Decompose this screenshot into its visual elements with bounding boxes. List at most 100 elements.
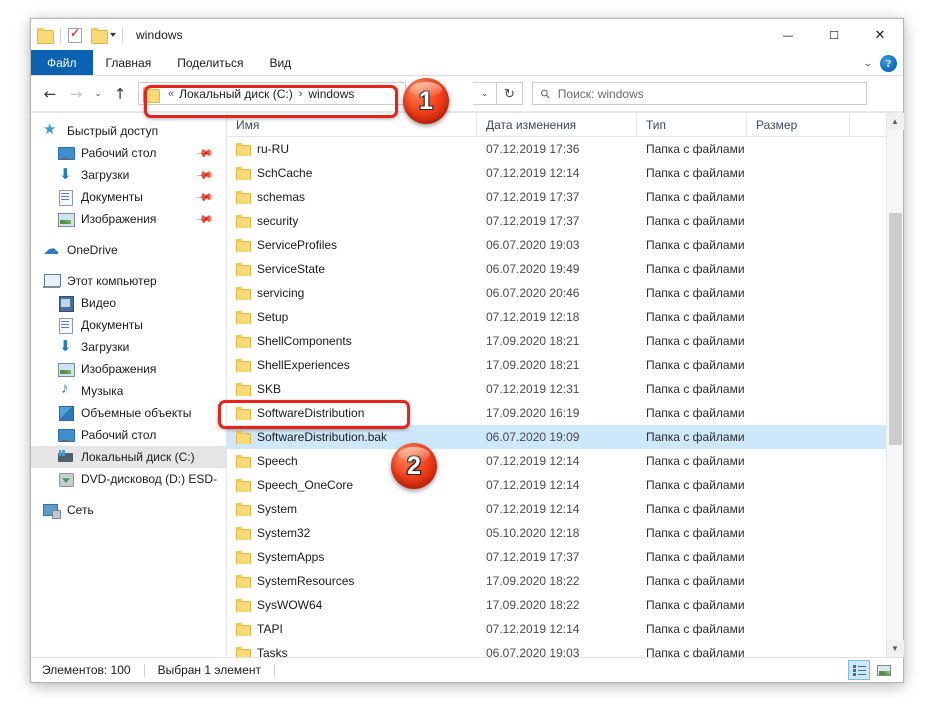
help-icon[interactable]: ? (880, 55, 897, 72)
table-row[interactable]: SKB 07.12.2019 12:31 Папка с файлами (227, 377, 903, 401)
column-header-date-modified[interactable]: Дата изменения (477, 112, 637, 137)
tab-view[interactable]: Вид (256, 50, 304, 75)
file-name-label: security (257, 214, 299, 228)
address-dropdown-button[interactable]: ⌄ (473, 82, 497, 105)
scroll-up-icon[interactable]: ▲ (886, 113, 904, 130)
cell-date-modified: 17.09.2020 18:22 (486, 574, 580, 588)
breadcrumb-overflow[interactable]: « (168, 88, 174, 100)
pin-icon[interactable]: 📌 (196, 188, 215, 206)
scrollbar-thumb[interactable] (889, 213, 902, 445)
file-name-label: schemas (257, 190, 306, 204)
table-row[interactable]: servicing 06.07.2020 20:46 Папка с файлами (227, 281, 903, 305)
table-row[interactable]: TAPI 07.12.2019 12:14 Папка с файлами (227, 617, 903, 641)
sidebar-item-downloads[interactable]: Загрузки 📌 (31, 164, 226, 186)
sidebar-item-network[interactable]: Сеть (31, 499, 226, 521)
scroll-down-icon[interactable]: ▼ (886, 640, 904, 657)
cell-type: Папка с файлами (646, 190, 745, 204)
tab-share[interactable]: Поделиться (164, 50, 256, 75)
table-row[interactable]: schemas 07.12.2019 17:37 Папка с файлами (227, 185, 903, 209)
sidebar-item-label: Рабочий стол (81, 146, 157, 160)
details-view-button[interactable] (848, 660, 870, 680)
sidebar-item-pictures[interactable]: Изображения 📌 (31, 208, 226, 230)
sidebar-item-label: Загрузки (81, 340, 130, 354)
forward-button[interactable]: → (63, 81, 89, 107)
cell-date-modified: 07.12.2019 12:14 (486, 454, 580, 468)
table-row[interactable]: Speech 07.12.2019 12:14 Папка с файлами (227, 449, 903, 473)
table-row[interactable]: Tasks 06.07.2020 19:03 Папка с файлами (227, 641, 903, 657)
sidebar-item-desktop-pc[interactable]: Рабочий стол (31, 424, 226, 446)
maximize-button[interactable]: ☐ (811, 19, 857, 51)
sidebar-item-label: OneDrive (67, 243, 118, 257)
new-folder-icon[interactable] (91, 28, 108, 44)
cell-name: servicing (227, 286, 477, 300)
sidebar-item-documents-pc[interactable]: Документы (31, 314, 226, 336)
tab-home[interactable]: Главная (93, 50, 165, 75)
folder-icon (236, 430, 251, 444)
chevron-down-icon[interactable]: ⌄ (863, 58, 874, 69)
sidebar-item-label: Локальный диск (C:) (81, 450, 195, 464)
properties-checkmark-icon[interactable] (68, 26, 82, 43)
sidebar-item-label: DVD-дисковод (D:) ESD- (81, 472, 218, 486)
table-row[interactable]: Speech_OneCore 07.12.2019 12:14 Папка с фа… (227, 473, 903, 497)
table-row[interactable]: SystemApps 07.12.2019 17:37 Папка с файлам… (227, 545, 903, 569)
file-name-label: Speech (257, 454, 298, 468)
back-button[interactable]: ← (37, 81, 63, 107)
table-row[interactable]: SchCache 07.12.2019 12:14 Папка с файлами (227, 161, 903, 185)
table-row[interactable]: ServiceProfiles 06.07.2020 19:03 Папка с ф… (227, 233, 903, 257)
large-icons-view-icon (877, 664, 891, 676)
cell-date-modified: 07.12.2019 12:18 (486, 310, 580, 324)
column-header-type[interactable]: Тип (637, 112, 747, 137)
table-row[interactable]: ru-RU 07.12.2019 17:36 Папка с файлами (227, 137, 903, 161)
sidebar-item-3d-objects[interactable]: Объемные объекты (31, 402, 226, 424)
breadcrumb-folder[interactable]: windows (308, 87, 354, 101)
sidebar-item-downloads-pc[interactable]: Загрузки (31, 336, 226, 358)
table-row[interactable]: security 07.12.2019 17:37 Папка с файлами (227, 209, 903, 233)
sidebar-item-documents[interactable]: Документы 📌 (31, 186, 226, 208)
table-row[interactable]: ShellExperiences 17.09.2020 18:21 Папка с … (227, 353, 903, 377)
table-row[interactable]: SysWOW64 17.09.2020 18:22 Папка с файлами (227, 593, 903, 617)
pin-icon[interactable]: 📌 (196, 166, 215, 184)
sidebar-item-local-disk-c[interactable]: Локальный диск (C:) (31, 446, 226, 468)
search-box[interactable]: ⚲ Поиск: windows (532, 82, 867, 105)
large-icons-view-button[interactable] (873, 660, 895, 680)
chevron-down-icon[interactable]: ▾ (110, 31, 116, 39)
close-button[interactable]: ✕ (857, 19, 903, 51)
table-row[interactable]: ServiceState 06.07.2020 19:49 Папка с файл… (227, 257, 903, 281)
sidebar-item-videos[interactable]: Видео (31, 292, 226, 314)
table-row[interactable]: SoftwareDistribution.bak 06.07.2020 19:09… (227, 425, 903, 449)
sidebar-item-onedrive[interactable]: OneDrive (31, 239, 226, 261)
file-name-label: ServiceState (257, 262, 326, 276)
column-header-size[interactable]: Размер (747, 112, 850, 137)
cell-name: ru-RU (227, 142, 477, 156)
quick-access-toolbar: ▾ (37, 26, 127, 44)
table-row[interactable]: ShellComponents 17.09.2020 18:21 Папка с ф… (227, 329, 903, 353)
tab-file[interactable]: Файл (31, 50, 93, 75)
folder-icon[interactable] (37, 28, 54, 44)
recent-locations-chevron-icon[interactable]: ⌄ (89, 81, 107, 107)
sidebar-item-music[interactable]: Музыка (31, 380, 226, 402)
minimize-button[interactable]: — (765, 19, 811, 51)
sidebar-item-quick-access[interactable]: Быстрый доступ (31, 120, 226, 142)
table-row[interactable]: Setup 07.12.2019 12:18 Папка с файлами (227, 305, 903, 329)
folder-icon (236, 382, 251, 396)
up-button[interactable]: ↑ (107, 81, 133, 107)
sidebar-item-dvd-drive-d[interactable]: DVD-дисковод (D:) ESD- (31, 468, 226, 490)
view-mode-buttons (848, 660, 895, 680)
table-row[interactable]: SystemResources 17.09.2020 18:22 Папка с ф… (227, 569, 903, 593)
pin-icon[interactable]: 📌 (196, 144, 215, 162)
folder-icon (143, 86, 160, 103)
cell-type: Папка с файлами (646, 334, 745, 348)
sidebar-item-desktop[interactable]: Рабочий стол 📌 (31, 142, 226, 164)
address-bar[interactable]: « Локальный диск (C:) › windows (138, 82, 406, 105)
cell-type: Папка с файлами (646, 430, 745, 444)
sidebar-item-this-pc[interactable]: Этот компьютер (31, 270, 226, 292)
table-row[interactable]: System32 05.10.2020 12:18 Папка с файлами (227, 521, 903, 545)
pin-icon[interactable]: 📌 (196, 210, 215, 228)
breadcrumb-drive[interactable]: Локальный диск (C:) (179, 87, 293, 101)
cell-date-modified: 17.09.2020 18:21 (486, 358, 580, 372)
vertical-scrollbar[interactable]: ▲ ▼ (886, 113, 904, 657)
table-row[interactable]: SoftwareDistribution 17.09.2020 16:19 Папк… (227, 401, 903, 425)
sidebar-item-pictures-pc[interactable]: Изображения (31, 358, 226, 380)
refresh-button[interactable]: ↻ (497, 82, 523, 105)
table-row[interactable]: System 07.12.2019 12:14 Папка с файлами (227, 497, 903, 521)
